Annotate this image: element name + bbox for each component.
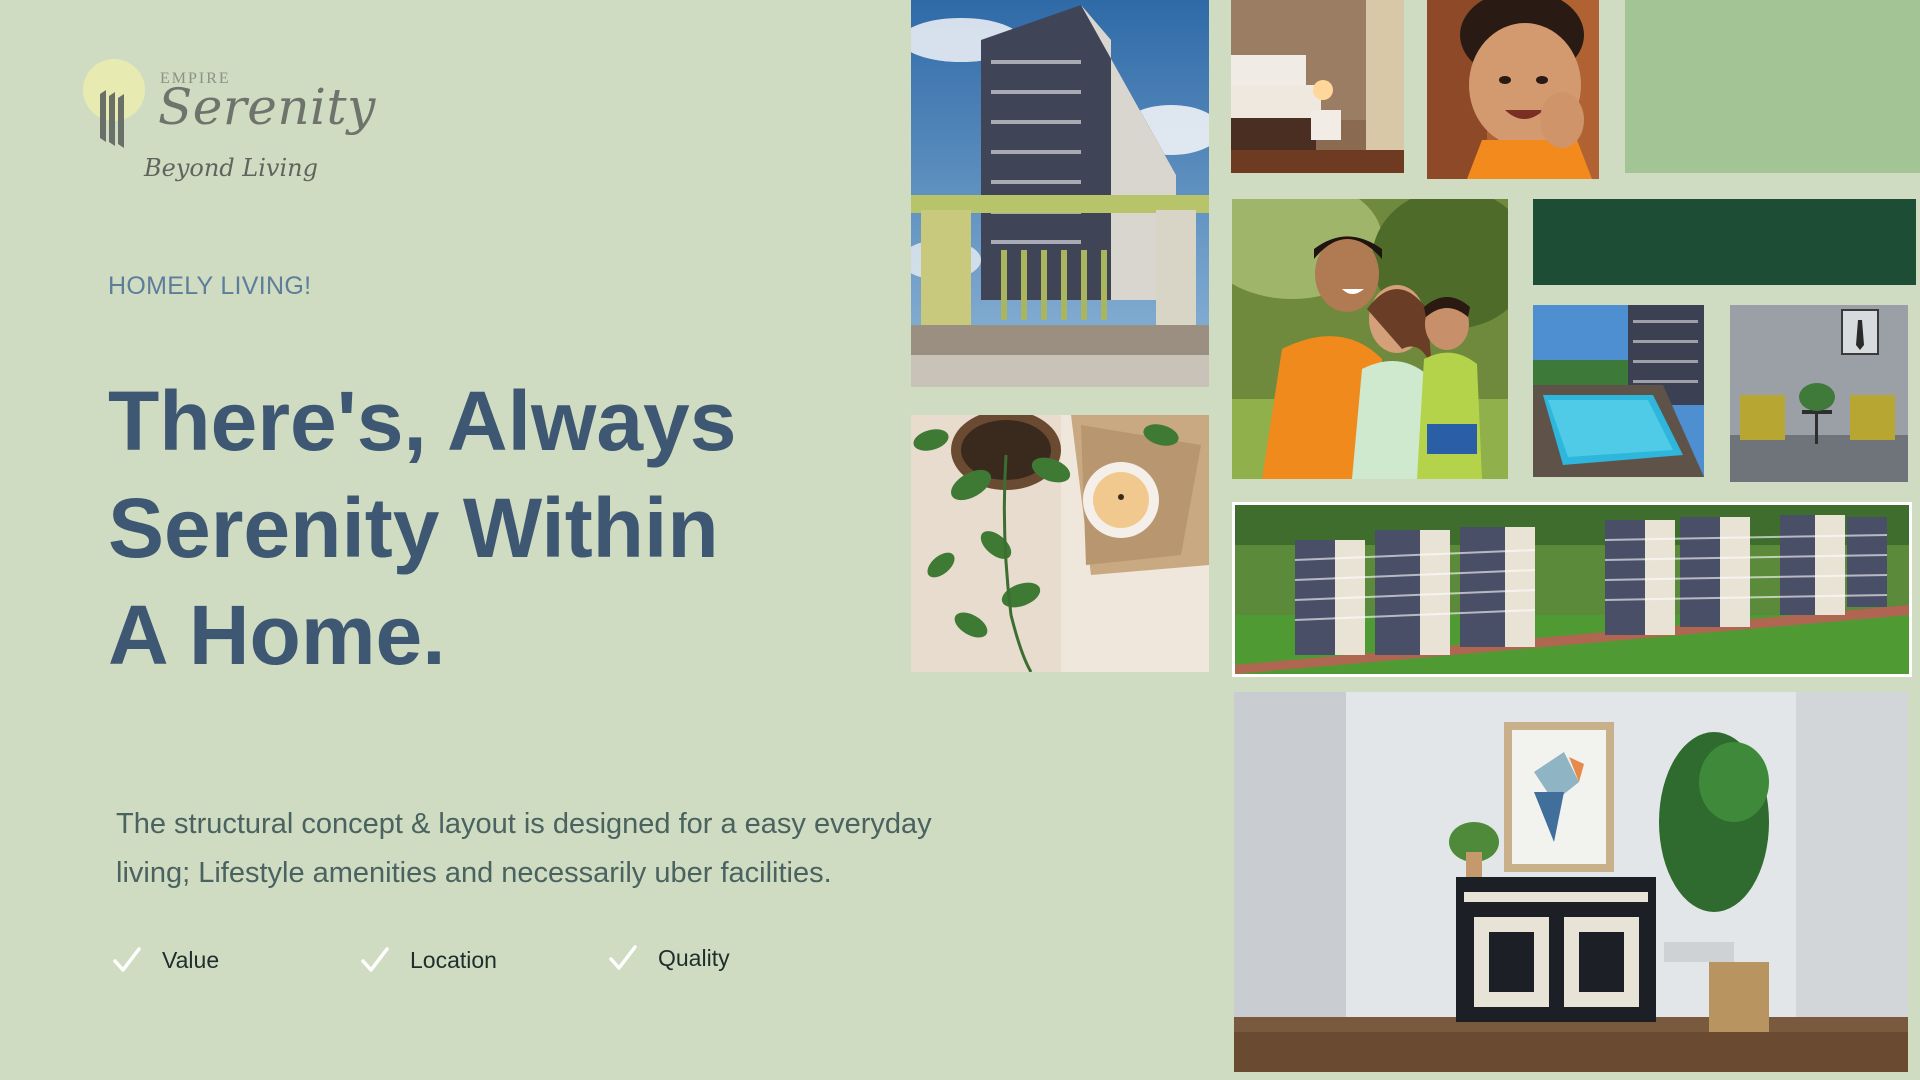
brand-logo: EMPIRE Serenity Beyond Living bbox=[80, 56, 375, 206]
checkmark-icon bbox=[609, 945, 637, 970]
plant-candle-photo bbox=[911, 415, 1209, 672]
feature-quality: Quality bbox=[608, 938, 730, 978]
description-text: The structural concept & layout is desig… bbox=[116, 808, 932, 889]
headline-line-2: Serenity Within bbox=[108, 481, 719, 575]
light-green-block bbox=[1625, 0, 1920, 173]
feature-list: Value Location Quality bbox=[112, 940, 832, 980]
feature-label: Location bbox=[410, 946, 497, 973]
checkmark-icon bbox=[361, 947, 389, 972]
logo-name-text: Serenity bbox=[158, 78, 376, 136]
family-portrait-photo bbox=[1232, 199, 1508, 479]
swimming-pool-photo bbox=[1533, 305, 1704, 477]
headline-line-1: There's, Always bbox=[108, 374, 737, 468]
interior-hallway-photo bbox=[1234, 692, 1908, 1072]
headline: There's, Always Serenity Within A Home. bbox=[108, 368, 928, 689]
smiling-child-photo bbox=[1427, 0, 1599, 179]
feature-label: Quality bbox=[658, 944, 730, 971]
logo-tagline-text: Beyond Living bbox=[144, 154, 318, 182]
apartment-complex-aerial-photo bbox=[1232, 502, 1912, 677]
lounge-chairs-photo bbox=[1730, 305, 1908, 482]
eyebrow-text: HOMELY LIVING! bbox=[108, 272, 312, 300]
feature-location: Location bbox=[360, 940, 497, 980]
checkmark-icon bbox=[113, 947, 141, 972]
headline-line-3: A Home. bbox=[108, 588, 446, 682]
feature-value: Value bbox=[112, 940, 219, 980]
feature-label: Value bbox=[162, 946, 220, 973]
logo-building-icon bbox=[100, 90, 124, 148]
bedroom-photo bbox=[1231, 0, 1404, 173]
page: EMPIRE Serenity Beyond Living HOMELY LIV… bbox=[0, 0, 1920, 1080]
building-exterior-photo bbox=[911, 0, 1209, 387]
dark-green-block bbox=[1533, 199, 1916, 285]
